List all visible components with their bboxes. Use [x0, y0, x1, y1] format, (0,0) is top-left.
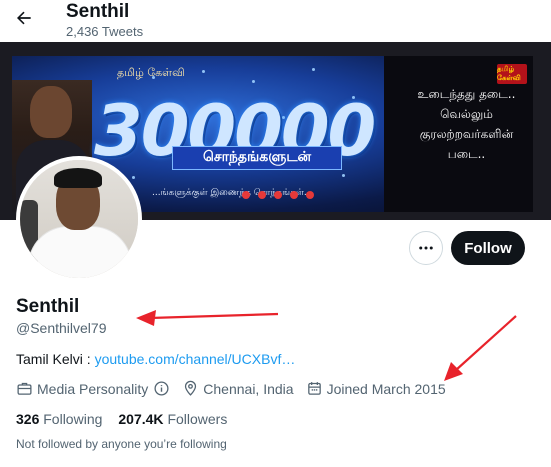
tweet-count: 2,436 Tweets	[66, 24, 144, 39]
bio-prefix: Tamil Kelvi :	[16, 351, 95, 367]
calendar-icon	[307, 382, 321, 395]
info-icon[interactable]	[153, 380, 170, 397]
arrow-to-joined	[444, 315, 517, 381]
location-text: Chennai, India	[203, 380, 294, 397]
follow-counts: 326 Following 207.4K Followers	[16, 411, 227, 427]
following-label: Following	[43, 411, 103, 427]
joined-item: Joined March 2015	[306, 380, 446, 397]
banner-right-panel: தமிழ் கேள்வி உடைந்தது தடை.. வெல்லும் குர…	[384, 56, 533, 212]
follow-button[interactable]: Follow	[451, 231, 525, 265]
bio-link[interactable]: youtube.com/channel/UCXBvf…	[95, 351, 296, 367]
profile-meta: Media Personality Chennai, India Joined …	[16, 380, 458, 397]
banner-band-text: சொந்தங்களுடன்	[172, 146, 342, 170]
not-followed-note: Not followed by anyone you’re following	[16, 437, 227, 451]
more-button[interactable]	[409, 231, 443, 265]
briefcase-icon	[17, 382, 32, 395]
profile-page: Senthil 2,436 Tweets தமிழ் கேள்வி 300000…	[0, 0, 551, 467]
back-button[interactable]	[12, 6, 36, 30]
banner-social-icons	[242, 191, 382, 201]
arrow-left-icon	[17, 11, 31, 25]
profile-header: Senthil 2,436 Tweets	[0, 0, 551, 42]
profile-bio: Tamil Kelvi : youtube.com/channel/UCXBvf…	[16, 351, 295, 367]
banner-logo: தமிழ் கேள்வி	[497, 64, 527, 84]
profile-name: Senthil	[16, 296, 80, 317]
avatar[interactable]	[16, 156, 142, 282]
banner-right-text: உடைந்தது தடை.. வெல்லும் குரலற்றவர்களின் …	[417, 87, 516, 161]
header-name: Senthil	[66, 1, 130, 22]
category-item: Media Personality	[16, 380, 170, 397]
followers-label: Followers	[167, 411, 228, 427]
joined-text: Joined March 2015	[326, 380, 446, 397]
banner-top-text: தமிழ் கேள்வி	[117, 66, 185, 79]
arrow-to-name	[136, 310, 279, 326]
more-horizontal-icon	[419, 246, 433, 250]
followers-link[interactable]: 207.4K Followers	[118, 411, 227, 427]
category-text: Media Personality	[37, 380, 149, 397]
following-link[interactable]: 326 Following	[16, 411, 102, 427]
profile-handle: @Senthilvel79	[16, 320, 107, 336]
followers-count: 207.4K	[118, 411, 164, 427]
location-pin-icon	[185, 380, 197, 396]
location-item: Chennai, India	[182, 380, 294, 397]
following-count: 326	[16, 411, 40, 427]
